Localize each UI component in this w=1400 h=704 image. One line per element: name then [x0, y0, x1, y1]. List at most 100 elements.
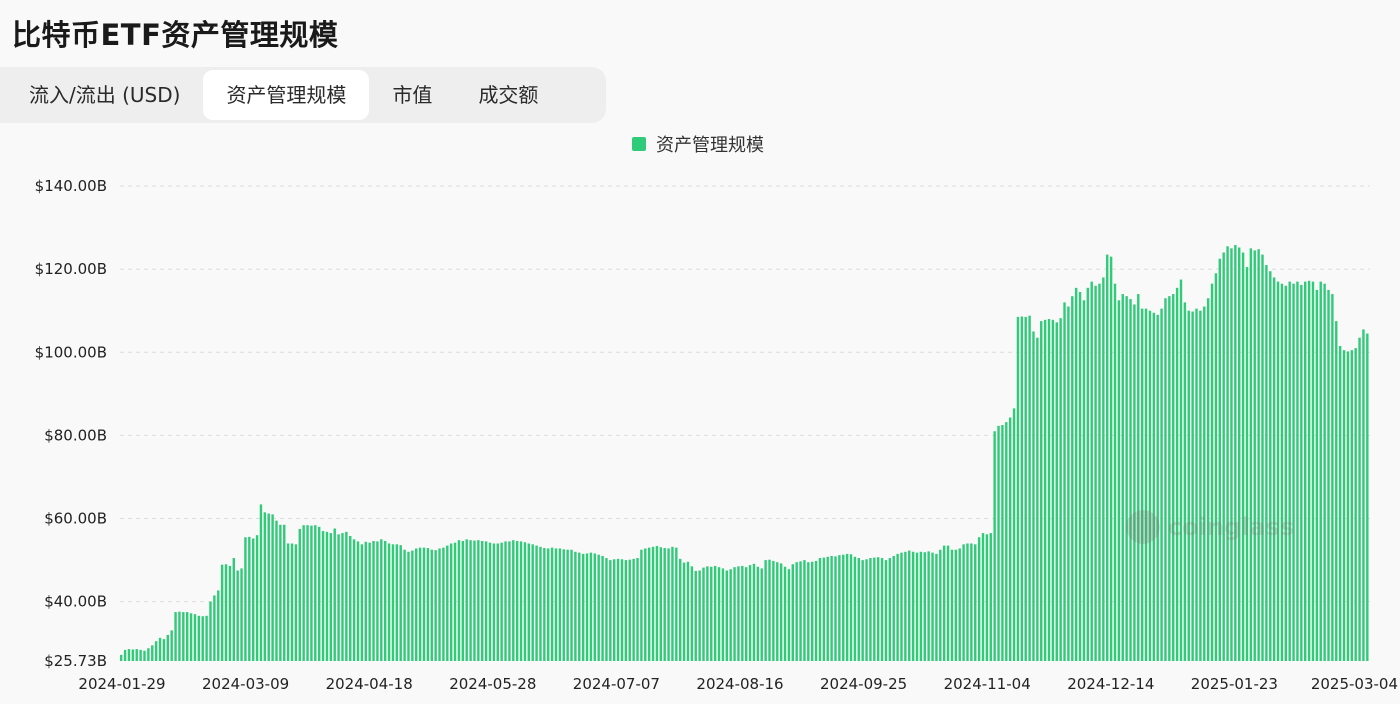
bar[interactable] — [1319, 281, 1322, 661]
bar[interactable] — [962, 544, 965, 661]
bar[interactable] — [675, 547, 678, 661]
bar[interactable] — [368, 542, 371, 661]
bar[interactable] — [415, 548, 418, 661]
bar[interactable] — [298, 528, 301, 661]
bar[interactable] — [597, 554, 600, 661]
bar[interactable] — [1106, 254, 1109, 661]
bar[interactable] — [1261, 254, 1264, 661]
bar[interactable] — [791, 564, 794, 661]
bar[interactable] — [1238, 247, 1241, 661]
bar[interactable] — [942, 545, 946, 661]
bar[interactable] — [1059, 318, 1062, 661]
bar[interactable] — [302, 525, 305, 661]
bar[interactable] — [271, 514, 274, 661]
bar[interactable] — [395, 544, 399, 661]
bar[interactable] — [1028, 315, 1031, 661]
bar[interactable] — [492, 543, 496, 661]
bar[interactable] — [438, 548, 441, 661]
bar[interactable] — [185, 612, 189, 661]
bar[interactable] — [263, 512, 267, 661]
bar[interactable] — [609, 560, 612, 661]
bar[interactable] — [1090, 281, 1093, 661]
bar[interactable] — [737, 566, 740, 661]
bar[interactable] — [601, 555, 604, 661]
bar[interactable] — [1129, 299, 1132, 661]
bar[interactable] — [950, 549, 954, 661]
bar[interactable] — [453, 542, 457, 661]
bar[interactable] — [822, 557, 826, 661]
bar[interactable] — [741, 565, 744, 661]
bar[interactable] — [671, 546, 674, 661]
bar[interactable] — [535, 545, 538, 661]
bar[interactable] — [523, 542, 527, 661]
bar[interactable] — [519, 541, 523, 661]
bar[interactable] — [527, 543, 531, 661]
bar[interactable] — [224, 564, 228, 661]
bar[interactable] — [1016, 316, 1020, 661]
bar[interactable] — [469, 540, 472, 661]
bar[interactable] — [752, 563, 756, 661]
bar[interactable] — [1226, 246, 1229, 661]
bar[interactable] — [193, 614, 197, 661]
bar[interactable] — [310, 525, 313, 661]
bar[interactable] — [939, 549, 942, 661]
bar[interactable] — [562, 549, 565, 661]
bar[interactable] — [1203, 306, 1206, 661]
bar[interactable] — [120, 654, 123, 661]
bar[interactable] — [1040, 321, 1043, 661]
bar[interactable] — [434, 550, 437, 661]
bar[interactable] — [259, 504, 263, 661]
bar[interactable] — [876, 557, 880, 661]
bar[interactable] — [418, 547, 422, 661]
bar[interactable] — [810, 561, 814, 661]
bar[interactable] — [884, 560, 888, 661]
bar[interactable] — [341, 533, 344, 661]
bar[interactable] — [547, 548, 550, 661]
bar[interactable] — [1292, 283, 1295, 661]
bar[interactable] — [613, 559, 616, 661]
bar[interactable] — [970, 543, 973, 661]
bar[interactable] — [154, 641, 158, 661]
bar[interactable] — [1156, 314, 1159, 661]
bar[interactable] — [380, 539, 383, 661]
bar[interactable] — [1354, 348, 1357, 661]
bar[interactable] — [333, 528, 336, 661]
bar[interactable] — [383, 540, 387, 661]
bar[interactable] — [147, 648, 150, 661]
bar[interactable] — [1125, 296, 1128, 661]
bar[interactable] — [488, 542, 492, 661]
bar[interactable] — [911, 551, 915, 661]
bar[interactable] — [1121, 294, 1124, 661]
bar[interactable] — [213, 595, 216, 661]
bar[interactable] — [1350, 350, 1353, 661]
bar[interactable] — [892, 555, 895, 661]
bar[interactable] — [593, 553, 597, 661]
bar[interactable] — [838, 555, 841, 661]
bar[interactable] — [873, 557, 876, 661]
bar[interactable] — [1311, 281, 1315, 661]
bar[interactable] — [1362, 329, 1365, 661]
bar[interactable] — [772, 560, 775, 661]
bar[interactable] — [123, 649, 127, 661]
bar[interactable] — [993, 431, 996, 661]
bar[interactable] — [566, 549, 569, 661]
bar[interactable] — [197, 615, 201, 661]
bar[interactable] — [387, 543, 391, 661]
bar[interactable] — [1272, 277, 1276, 661]
bar[interactable] — [1043, 319, 1047, 661]
bar[interactable] — [760, 568, 763, 661]
bar[interactable] — [729, 569, 732, 661]
bar[interactable] — [1195, 308, 1198, 661]
bar[interactable] — [1005, 422, 1008, 661]
bar[interactable] — [849, 554, 853, 661]
bar[interactable] — [240, 568, 243, 661]
bar[interactable] — [539, 546, 542, 661]
bar[interactable] — [795, 562, 798, 661]
bar[interactable] — [364, 541, 367, 661]
bar[interactable] — [787, 569, 791, 661]
bar[interactable] — [550, 547, 554, 661]
bar[interactable] — [1300, 284, 1303, 661]
bar[interactable] — [151, 645, 154, 661]
bar[interactable] — [880, 558, 884, 661]
bar[interactable] — [1051, 319, 1055, 661]
